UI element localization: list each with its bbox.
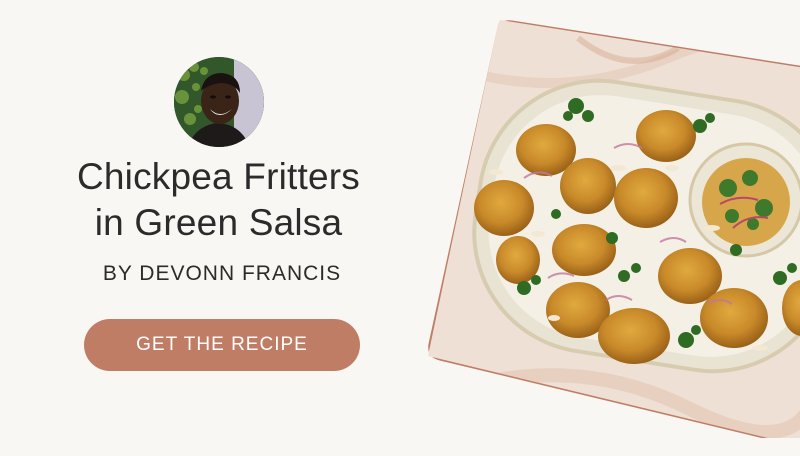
chef-portrait-icon [174, 57, 264, 147]
author-byline: BY DEVONN FRANCIS [102, 262, 342, 285]
author-avatar [174, 57, 264, 147]
recipe-promo-card: Chickpea Fritters in Green Salsa BY DEVO… [0, 0, 800, 456]
recipe-title-line-2: in Green Salsa [94, 202, 343, 243]
fritters-dish-photo-icon [428, 20, 800, 440]
recipe-photo [428, 18, 800, 440]
get-recipe-button[interactable]: GET THE RECIPE [84, 319, 360, 371]
recipe-title-line-1: Chickpea Fritters [76, 156, 361, 197]
recipe-title: Chickpea Fritters in Green Salsa [0, 154, 437, 246]
